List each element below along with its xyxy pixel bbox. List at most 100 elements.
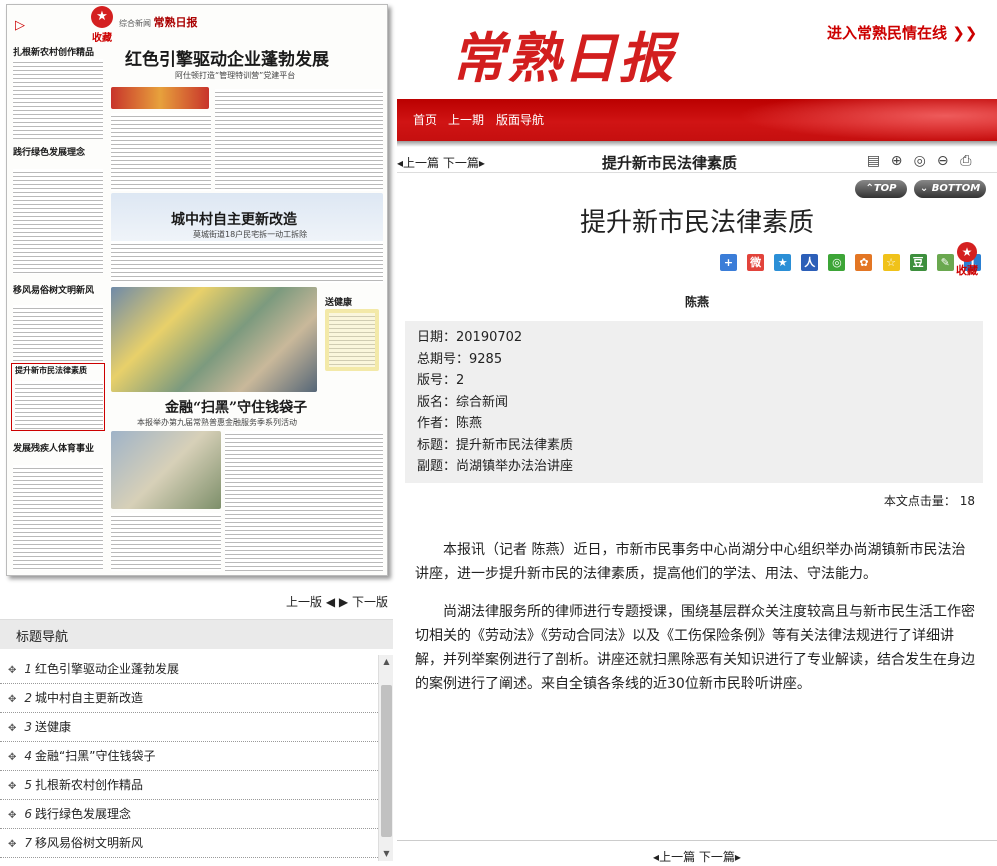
notepad-icon[interactable]: ▤ — [865, 153, 882, 170]
nav-prev-issue[interactable]: 上一期 — [448, 111, 484, 128]
scroll-down-icon[interactable]: ▼ — [379, 847, 394, 861]
paper-section-name: 综合新闻 — [119, 19, 151, 28]
minqing-link[interactable]: 进入常熟民情在线 ❯❯ — [827, 22, 977, 43]
meta-value: 9285 — [469, 351, 503, 367]
paper-subhead-3: 本报举办第九届常熟普惠金融服务季系列活动 — [137, 418, 297, 427]
meta-value: 20190702 — [456, 330, 523, 345]
zoom-reset-icon[interactable]: ◎ — [911, 153, 928, 170]
paper-text-block — [111, 513, 221, 571]
paper-headline-3[interactable]: 金融“扫黑”守住钱袋子 — [165, 397, 307, 417]
title-nav-item[interactable]: ✥ 2 城中村自主更新改造 — [0, 684, 378, 713]
top-navbar: 首页 上一期 版面导航 — [397, 99, 997, 141]
item-title[interactable]: 红色引擎驱动企业蓬勃发展 — [35, 662, 179, 676]
meta-row-author: 作者：陈燕 — [417, 413, 983, 435]
paper-left-head-1[interactable]: 扎根新农村创作精品 — [13, 45, 94, 58]
item-number: 7 — [24, 836, 33, 850]
go-top-button[interactable]: ⌃TOP — [855, 180, 907, 198]
title-nav-list: ✥ 1 红色引擎驱动企业蓬勃发展 ✥ 2 城中村自主更新改造 ✥ 3 送健康 ✥ 4 金融“扫黑… — [0, 655, 378, 858]
share-qq-icon[interactable]: ☆ — [882, 254, 900, 271]
title-nav-item[interactable]: ✥ 5 扎根新农村创作精品 — [0, 771, 378, 800]
scroll-thumb[interactable] — [381, 685, 392, 837]
toolbar-article-title: 提升新市民法律素质 — [602, 154, 738, 172]
bullet-icon: ✥ — [8, 839, 17, 850]
item-number: 5 — [24, 778, 33, 792]
prev-page-link[interactable]: 上一版 — [286, 595, 322, 609]
bullet-icon: ✥ — [8, 665, 17, 676]
newspaper-page-thumbnail[interactable]: ▷ ★ 收藏 综合新闻 常熟日报 扎根新农村创作精品 践行绿色发展理念 移风易俗… — [6, 4, 388, 576]
paper-headline-2[interactable]: 城中村自主更新改造 — [171, 209, 297, 229]
title-nav-item[interactable]: ✥ 6 践行绿色发展理念 — [0, 800, 378, 829]
title-nav-item[interactable]: ✥ 3 送健康 — [0, 713, 378, 742]
click-count-value: 18 — [959, 494, 975, 508]
share-qzone-icon[interactable]: ★ — [774, 254, 792, 271]
nav-home[interactable]: 首页 — [413, 111, 437, 128]
share-weibo-icon[interactable]: 微 — [747, 254, 765, 271]
meta-row-page: 版号：2 — [417, 370, 983, 392]
paper-left-head-5[interactable]: 发展残疾人体育事业 — [13, 441, 94, 454]
share-wechat-icon[interactable]: ◎ — [828, 254, 846, 271]
paper-text-block — [13, 169, 103, 274]
share-tieba-icon[interactable]: ✿ — [855, 254, 873, 271]
item-number: 2 — [24, 691, 33, 705]
paper-headline-1[interactable]: 红色引擎驱动企业蓬勃发展 — [125, 45, 329, 70]
share-bookmark-icon[interactable]: ✎ — [936, 254, 954, 271]
title-nav-item[interactable]: ✥ 7 移风易俗树文明新风 — [0, 829, 378, 858]
share-more-icon[interactable]: + — [720, 254, 737, 271]
print-icon[interactable]: ⎙ — [957, 153, 974, 170]
next-article-link[interactable]: 下一篇 — [443, 156, 479, 170]
meta-key: 总期号： — [417, 351, 470, 367]
site-logo[interactable]: 常熟日报 — [451, 14, 675, 93]
paper-banner-image — [111, 87, 209, 109]
paper-text-block — [13, 305, 103, 361]
item-title[interactable]: 移风易俗树文明新风 — [35, 836, 143, 850]
favorite-button-article[interactable]: ★ 收藏 — [953, 242, 981, 278]
item-number: 4 — [24, 749, 33, 763]
paper-text-block — [15, 381, 103, 429]
arrow-left-icon: ◀ — [325, 595, 336, 609]
title-list-scrollbar[interactable]: ▲ ▼ — [378, 655, 393, 861]
meta-value: 尚湖镇举办法治讲座 — [456, 459, 574, 474]
zoom-in-icon[interactable]: ⊕ — [888, 153, 905, 170]
item-number: 6 — [24, 807, 33, 821]
arrow-right-icon: ▶ — [338, 595, 349, 609]
next-article-link[interactable]: 下一篇 — [699, 850, 735, 864]
item-title[interactable]: 践行绿色发展理念 — [35, 807, 131, 821]
favorite-label: 收藏 — [92, 33, 112, 44]
scroll-up-icon[interactable]: ▲ — [379, 655, 394, 669]
item-title[interactable]: 扎根新农村创作精品 — [35, 778, 143, 792]
page-navigation: 上一版 ◀ ▶ 下一版 — [286, 593, 388, 610]
title-nav-heading: 标题导航 — [0, 619, 393, 649]
meta-key: 作者： — [417, 416, 457, 431]
article-paragraph: 本报讯（记者 陈燕）近日，市新市民事务中心尚湖分中心组织举办尚湖镇新市民法治讲座… — [415, 542, 966, 582]
paper-box-head[interactable]: 送健康 — [325, 295, 352, 308]
top-label: TOP — [873, 183, 897, 194]
paper-left-head-4[interactable]: 提升新市民法律素质 — [15, 365, 87, 376]
article-meta-box: 日期：20190702 总期号：9285 版号：2 版名：综合新闻 作者：陈燕 … — [405, 321, 983, 483]
paper-text-block — [215, 89, 383, 191]
share-douban-icon[interactable]: 豆 — [909, 254, 927, 271]
title-nav-item[interactable]: ✥ 1 红色引擎驱动企业蓬勃发展 — [0, 655, 378, 684]
paper-left-head-2[interactable]: 践行绿色发展理念 — [13, 145, 85, 158]
zoom-out-icon[interactable]: ⊖ — [934, 153, 951, 170]
share-renren-icon[interactable]: 人 — [801, 254, 819, 271]
meta-row-title: 标题：提升新市民法律素质 — [417, 435, 983, 457]
favorite-button[interactable]: ★ 收藏 — [90, 5, 114, 45]
paper-text-block — [13, 59, 103, 139]
go-bottom-button[interactable]: ⌄ BOTTOM — [914, 180, 986, 198]
meta-key: 日期： — [417, 330, 457, 345]
prev-article-link[interactable]: 上一篇 — [403, 156, 439, 170]
nav-page-guide[interactable]: 版面导航 — [496, 111, 544, 128]
next-page-link[interactable]: 下一版 — [352, 595, 388, 609]
item-title[interactable]: 城中村自主更新改造 — [35, 691, 143, 705]
reading-tools: ▤ ⊕ ◎ ⊖ ⎙ — [865, 150, 975, 170]
item-title[interactable]: 金融“扫黑”守住钱袋子 — [35, 749, 155, 763]
title-nav-item[interactable]: ✥ 4 金融“扫黑”守住钱袋子 — [0, 742, 378, 771]
item-title[interactable]: 送健康 — [35, 720, 71, 734]
article-paragraph: 尚湖法律服务所的律师进行专题授课，围绕基层群众关注度较高且与新市民生活工作密切相… — [415, 604, 975, 692]
navbar-decoration — [737, 99, 997, 141]
prev-article-link[interactable]: 上一篇 — [659, 850, 695, 864]
paper-text-block — [329, 313, 375, 367]
paper-left-head-3[interactable]: 移风易俗树文明新风 — [13, 283, 94, 296]
paper-text-block — [111, 241, 383, 283]
item-number: 3 — [24, 720, 33, 734]
